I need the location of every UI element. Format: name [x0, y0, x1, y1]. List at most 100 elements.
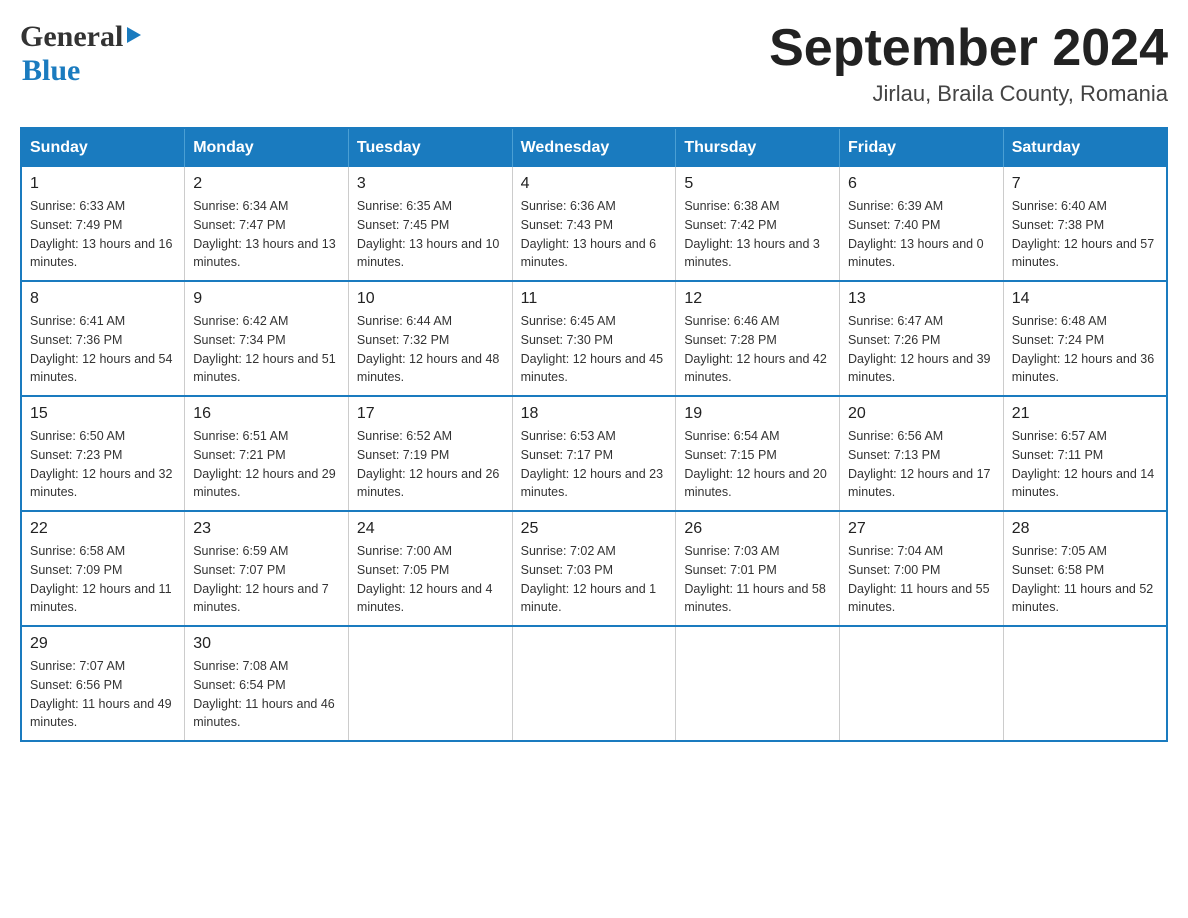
calendar-day-cell: 8 Sunrise: 6:41 AMSunset: 7:36 PMDaylight…: [21, 281, 185, 396]
day-number: 23: [193, 520, 340, 538]
calendar-day-cell: 26 Sunrise: 7:03 AMSunset: 7:01 PMDayligh…: [676, 511, 840, 626]
calendar-day-cell: 5 Sunrise: 6:38 AMSunset: 7:42 PMDaylight…: [676, 167, 840, 281]
day-number: 26: [684, 520, 831, 538]
day-info: Sunrise: 6:38 AMSunset: 7:42 PMDaylight:…: [684, 197, 831, 272]
logo-chevron-icon: [127, 27, 141, 43]
calendar-day-cell: 17 Sunrise: 6:52 AMSunset: 7:19 PMDayligh…: [348, 396, 512, 511]
weekday-header-friday: Friday: [840, 128, 1004, 167]
calendar-day-cell: [348, 626, 512, 741]
day-number: 1: [30, 175, 176, 193]
weekday-header-saturday: Saturday: [1003, 128, 1167, 167]
calendar-day-cell: [840, 626, 1004, 741]
day-info: Sunrise: 6:46 AMSunset: 7:28 PMDaylight:…: [684, 312, 831, 387]
day-number: 6: [848, 175, 995, 193]
calendar-day-cell: 13Sunrise: 6:47 AMSunset: 7:26 PMDayligh…: [840, 281, 1004, 396]
calendar-day-cell: 20 Sunrise: 6:56 AMSunset: 7:13 PMDayligh…: [840, 396, 1004, 511]
day-number: 17: [357, 405, 504, 423]
day-number: 7: [1012, 175, 1158, 193]
day-number: 12: [684, 290, 831, 308]
day-info: Sunrise: 7:07 AMSunset: 6:56 PMDaylight:…: [30, 657, 176, 732]
calendar-day-cell: [1003, 626, 1167, 741]
calendar-day-cell: 2 Sunrise: 6:34 AMSunset: 7:47 PMDaylight…: [185, 167, 349, 281]
day-info: Sunrise: 6:50 AMSunset: 7:23 PMDaylight:…: [30, 427, 176, 502]
calendar-day-cell: 11Sunrise: 6:45 AMSunset: 7:30 PMDayligh…: [512, 281, 676, 396]
day-number: 5: [684, 175, 831, 193]
day-number: 21: [1012, 405, 1158, 423]
day-info: Sunrise: 6:39 AMSunset: 7:40 PMDaylight:…: [848, 197, 995, 272]
calendar-day-cell: 7 Sunrise: 6:40 AMSunset: 7:38 PMDaylight…: [1003, 167, 1167, 281]
day-number: 2: [193, 175, 340, 193]
day-number: 20: [848, 405, 995, 423]
calendar-day-cell: 21 Sunrise: 6:57 AMSunset: 7:11 PMDayligh…: [1003, 396, 1167, 511]
day-info: Sunrise: 6:59 AMSunset: 7:07 PMDaylight:…: [193, 542, 340, 617]
day-info: Sunrise: 6:57 AMSunset: 7:11 PMDaylight:…: [1012, 427, 1158, 502]
day-number: 28: [1012, 520, 1158, 538]
day-info: Sunrise: 6:52 AMSunset: 7:19 PMDaylight:…: [357, 427, 504, 502]
calendar-day-cell: 3Sunrise: 6:35 AMSunset: 7:45 PMDaylight…: [348, 167, 512, 281]
calendar-week-row: 29 Sunrise: 7:07 AMSunset: 6:56 PMDayligh…: [21, 626, 1167, 741]
logo-blue-text: Blue: [22, 54, 80, 88]
day-number: 9: [193, 290, 340, 308]
day-number: 4: [521, 175, 668, 193]
day-info: Sunrise: 7:02 AMSunset: 7:03 PMDaylight:…: [521, 542, 668, 617]
calendar-day-cell: 4Sunrise: 6:36 AMSunset: 7:43 PMDaylight…: [512, 167, 676, 281]
weekday-header-wednesday: Wednesday: [512, 128, 676, 167]
calendar-day-cell: 10 Sunrise: 6:44 AMSunset: 7:32 PMDayligh…: [348, 281, 512, 396]
calendar-day-cell: 16 Sunrise: 6:51 AMSunset: 7:21 PMDayligh…: [185, 396, 349, 511]
day-info: Sunrise: 6:53 AMSunset: 7:17 PMDaylight:…: [521, 427, 668, 502]
calendar-day-cell: 19Sunrise: 6:54 AMSunset: 7:15 PMDayligh…: [676, 396, 840, 511]
day-info: Sunrise: 6:56 AMSunset: 7:13 PMDaylight:…: [848, 427, 995, 502]
calendar-day-cell: 30Sunrise: 7:08 AMSunset: 6:54 PMDayligh…: [185, 626, 349, 741]
calendar-day-cell: 27 Sunrise: 7:04 AMSunset: 7:00 PMDayligh…: [840, 511, 1004, 626]
calendar-day-cell: 23 Sunrise: 6:59 AMSunset: 7:07 PMDayligh…: [185, 511, 349, 626]
calendar-week-row: 1 Sunrise: 6:33 AMSunset: 7:49 PMDaylight…: [21, 167, 1167, 281]
day-number: 10: [357, 290, 504, 308]
calendar-table: SundayMondayTuesdayWednesdayThursdayFrid…: [20, 127, 1168, 742]
calendar-week-row: 8 Sunrise: 6:41 AMSunset: 7:36 PMDaylight…: [21, 281, 1167, 396]
calendar-day-cell: 18Sunrise: 6:53 AMSunset: 7:17 PMDayligh…: [512, 396, 676, 511]
day-info: Sunrise: 6:47 AMSunset: 7:26 PMDaylight:…: [848, 312, 995, 387]
weekday-header-thursday: Thursday: [676, 128, 840, 167]
calendar-day-cell: 1 Sunrise: 6:33 AMSunset: 7:49 PMDaylight…: [21, 167, 185, 281]
calendar-subtitle: Jirlau, Braila County, Romania: [769, 81, 1168, 107]
calendar-day-cell: 15 Sunrise: 6:50 AMSunset: 7:23 PMDayligh…: [21, 396, 185, 511]
day-number: 29: [30, 635, 176, 653]
calendar-header: SundayMondayTuesdayWednesdayThursdayFrid…: [21, 128, 1167, 167]
day-info: Sunrise: 6:48 AMSunset: 7:24 PMDaylight:…: [1012, 312, 1158, 387]
day-info: Sunrise: 7:03 AMSunset: 7:01 PMDaylight:…: [684, 542, 831, 617]
day-info: Sunrise: 6:44 AMSunset: 7:32 PMDaylight:…: [357, 312, 504, 387]
day-info: Sunrise: 6:35 AMSunset: 7:45 PMDaylight:…: [357, 197, 504, 272]
day-info: Sunrise: 7:05 AMSunset: 6:58 PMDaylight:…: [1012, 542, 1158, 617]
calendar-day-cell: [512, 626, 676, 741]
day-number: 15: [30, 405, 176, 423]
day-info: Sunrise: 7:00 AMSunset: 7:05 PMDaylight:…: [357, 542, 504, 617]
day-number: 8: [30, 290, 176, 308]
calendar-day-cell: 9Sunrise: 6:42 AMSunset: 7:34 PMDaylight…: [185, 281, 349, 396]
calendar-week-row: 22Sunrise: 6:58 AMSunset: 7:09 PMDayligh…: [21, 511, 1167, 626]
title-block: September 2024 Jirlau, Braila County, Ro…: [769, 20, 1168, 107]
calendar-week-row: 15 Sunrise: 6:50 AMSunset: 7:23 PMDayligh…: [21, 396, 1167, 511]
calendar-day-cell: 29 Sunrise: 7:07 AMSunset: 6:56 PMDayligh…: [21, 626, 185, 741]
day-number: 24: [357, 520, 504, 538]
calendar-day-cell: [676, 626, 840, 741]
calendar-body: 1 Sunrise: 6:33 AMSunset: 7:49 PMDaylight…: [21, 167, 1167, 741]
day-number: 27: [848, 520, 995, 538]
day-number: 14: [1012, 290, 1158, 308]
day-number: 16: [193, 405, 340, 423]
calendar-day-cell: 6 Sunrise: 6:39 AMSunset: 7:40 PMDaylight…: [840, 167, 1004, 281]
calendar-day-cell: 25 Sunrise: 7:02 AMSunset: 7:03 PMDayligh…: [512, 511, 676, 626]
day-number: 11: [521, 290, 668, 308]
day-info: Sunrise: 6:33 AMSunset: 7:49 PMDaylight:…: [30, 197, 176, 272]
calendar-day-cell: 14 Sunrise: 6:48 AMSunset: 7:24 PMDayligh…: [1003, 281, 1167, 396]
calendar-day-cell: 28 Sunrise: 7:05 AMSunset: 6:58 PMDayligh…: [1003, 511, 1167, 626]
logo: General Blue: [20, 20, 141, 88]
day-info: Sunrise: 6:51 AMSunset: 7:21 PMDaylight:…: [193, 427, 340, 502]
day-number: 25: [521, 520, 668, 538]
day-info: Sunrise: 6:34 AMSunset: 7:47 PMDaylight:…: [193, 197, 340, 272]
calendar-day-cell: 24 Sunrise: 7:00 AMSunset: 7:05 PMDayligh…: [348, 511, 512, 626]
day-number: 30: [193, 635, 340, 653]
day-info: Sunrise: 6:41 AMSunset: 7:36 PMDaylight:…: [30, 312, 176, 387]
day-info: Sunrise: 6:40 AMSunset: 7:38 PMDaylight:…: [1012, 197, 1158, 272]
day-info: Sunrise: 7:04 AMSunset: 7:00 PMDaylight:…: [848, 542, 995, 617]
calendar-day-cell: 22Sunrise: 6:58 AMSunset: 7:09 PMDayligh…: [21, 511, 185, 626]
